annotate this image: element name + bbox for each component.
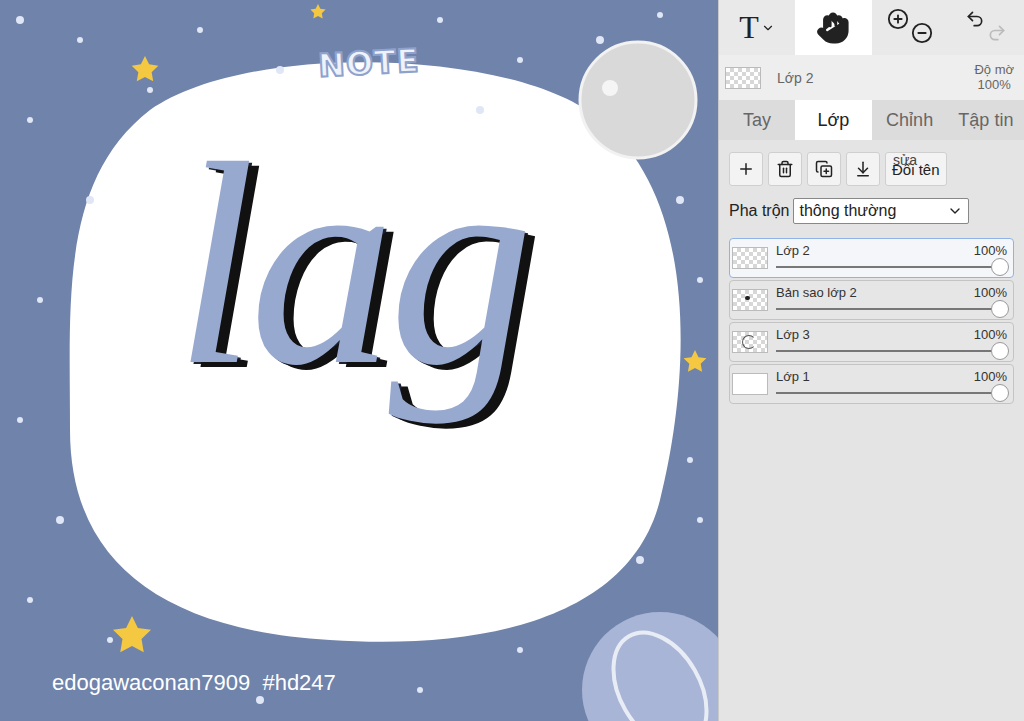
add-layer-button[interactable] bbox=[729, 152, 763, 186]
layer-buttons: sửaĐổi tên bbox=[729, 152, 1014, 186]
tab-bar: TayLớpChỉnhTập tin bbox=[719, 100, 1024, 140]
slider-knob[interactable] bbox=[991, 300, 1009, 318]
tab[interactable]: Chỉnh bbox=[872, 100, 948, 140]
layer-row[interactable]: Lớp 2 100% bbox=[729, 238, 1014, 278]
current-layer-row: Lớp 2 Độ mờ100% bbox=[719, 55, 1024, 100]
watermark: edogawaconan7909 #hd247 bbox=[52, 670, 336, 696]
tab[interactable]: Tập tin bbox=[948, 100, 1024, 140]
opacity-display: Độ mờ100% bbox=[974, 63, 1014, 93]
duplicate-icon bbox=[815, 160, 833, 178]
layer-name: Lớp 3 bbox=[776, 327, 810, 342]
merge-icon bbox=[854, 160, 872, 178]
star-icon bbox=[113, 616, 151, 652]
planet-icon bbox=[580, 42, 696, 158]
blend-label: Pha trộn bbox=[729, 202, 789, 220]
star-icon bbox=[310, 4, 325, 18]
layer-thumbnail bbox=[732, 247, 768, 269]
layer-panel: sửaĐổi tênPha trộnthông thườngLớp 2100%B… bbox=[719, 140, 1024, 721]
text-tool-icon: T bbox=[739, 9, 759, 46]
star-icon bbox=[132, 56, 159, 81]
delete-layer-button[interactable] bbox=[768, 152, 802, 186]
opacity-slider[interactable] bbox=[776, 392, 999, 394]
side-panel: TLớp 2Độ mờ100%TayLớpChỉnhTập tinsửaĐổi … bbox=[718, 0, 1024, 721]
opacity-slider[interactable] bbox=[776, 350, 999, 352]
zoom-tool[interactable] bbox=[872, 0, 948, 55]
opacity-slider[interactable] bbox=[776, 308, 999, 310]
planet-icon bbox=[582, 612, 718, 721]
layer-row[interactable]: Lớp 3 100% bbox=[729, 322, 1014, 362]
paint-app: NOTE lag edogawaconan7909 #hd247 T Lớp 2 Độ m… bbox=[0, 0, 1024, 721]
delete-icon bbox=[776, 160, 794, 178]
duplicate-layer-button[interactable] bbox=[807, 152, 841, 186]
hand-tool[interactable] bbox=[795, 0, 871, 55]
layer-opacity: 100% bbox=[974, 243, 1007, 258]
zoom-out-icon[interactable] bbox=[911, 22, 933, 44]
blend-select[interactable]: thông thường bbox=[793, 198, 969, 224]
layer-opacity: 100% bbox=[974, 327, 1007, 342]
slider-knob[interactable] bbox=[991, 342, 1009, 360]
tab[interactable]: Tay bbox=[719, 100, 795, 140]
layer-name: Lớp 1 bbox=[776, 369, 810, 384]
add-icon bbox=[737, 160, 755, 178]
hand-icon bbox=[816, 11, 850, 45]
drawing-canvas[interactable]: NOTE lag edogawaconan7909 #hd247 bbox=[0, 0, 718, 721]
rename-button[interactable]: sửaĐổi tên bbox=[885, 152, 947, 186]
layer-thumbnail bbox=[725, 67, 761, 89]
layer-row[interactable]: Lớp 1 100% bbox=[729, 364, 1014, 404]
slider-knob[interactable] bbox=[991, 384, 1009, 402]
text-tool[interactable]: T bbox=[719, 0, 795, 55]
slider-knob[interactable] bbox=[991, 258, 1009, 276]
chevron-down-icon bbox=[761, 21, 775, 35]
lettering: lag bbox=[175, 120, 528, 410]
layer-thumbnail bbox=[732, 289, 768, 311]
tab[interactable]: Lớp bbox=[795, 100, 871, 140]
rename-overlay-text: sửa bbox=[893, 152, 917, 168]
chevron-down-icon bbox=[947, 203, 963, 219]
layer-opacity: 100% bbox=[974, 285, 1007, 300]
note-sticker: NOTE bbox=[311, 39, 427, 87]
current-layer-name: Lớp 2 bbox=[777, 70, 958, 86]
blend-row: Pha trộnthông thường bbox=[729, 198, 1014, 224]
history-tool[interactable] bbox=[948, 0, 1024, 55]
layer-name: Lớp 2 bbox=[776, 243, 810, 258]
star-icon bbox=[684, 350, 707, 372]
layer-thumbnail bbox=[732, 331, 768, 353]
undo-icon[interactable] bbox=[965, 9, 985, 29]
layer-thumbnail bbox=[732, 373, 768, 395]
opacity-slider[interactable] bbox=[776, 266, 999, 268]
merge-layer-button[interactable] bbox=[846, 152, 880, 186]
layer-name: Bản sao lớp 2 bbox=[776, 285, 857, 300]
layer-list: Lớp 2100%Bản sao lớp 2100%Lớp 3100%Lớp 1… bbox=[729, 238, 1014, 404]
redo-icon[interactable] bbox=[987, 23, 1007, 43]
layer-row[interactable]: Bản sao lớp 2 100% bbox=[729, 280, 1014, 320]
layer-opacity: 100% bbox=[974, 369, 1007, 384]
toolbar: T bbox=[719, 0, 1024, 55]
zoom-in-icon[interactable] bbox=[887, 8, 909, 30]
